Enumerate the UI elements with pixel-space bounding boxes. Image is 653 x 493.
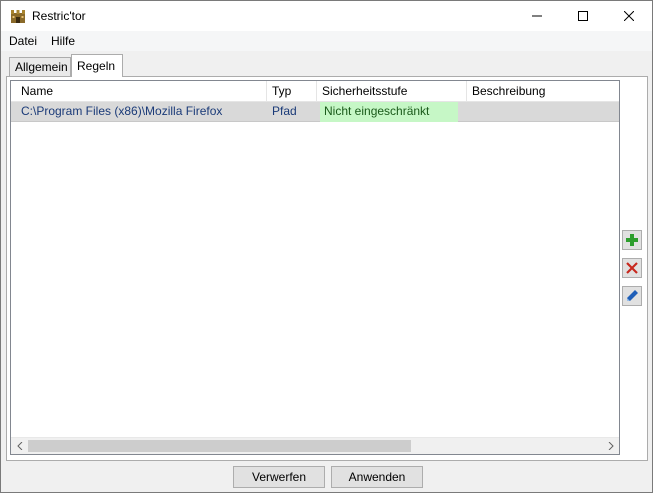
apply-button[interactable]: Anwenden bbox=[331, 466, 423, 488]
castle-icon bbox=[11, 10, 25, 23]
horizontal-scrollbar[interactable] bbox=[11, 437, 619, 454]
chevron-right-icon bbox=[608, 442, 614, 450]
cell-typ: Pfad bbox=[272, 104, 297, 118]
menu-bar: Datei Hilfe bbox=[1, 31, 652, 51]
add-rule-button[interactable] bbox=[622, 230, 642, 250]
close-button[interactable] bbox=[606, 1, 652, 31]
table-row[interactable]: C:\Program Files (x86)\Mozilla Firefox P… bbox=[11, 102, 619, 122]
title-bar[interactable]: Restric'tor bbox=[1, 1, 652, 31]
tab-allgemein[interactable]: Allgemein bbox=[9, 57, 71, 77]
rules-list[interactable]: Name Typ Sicherheitsstufe Beschreibung C… bbox=[10, 80, 620, 455]
scroll-thumb[interactable] bbox=[28, 440, 411, 452]
menu-datei[interactable]: Datei bbox=[9, 34, 37, 48]
minimize-button[interactable] bbox=[514, 1, 560, 31]
cell-beschreibung bbox=[471, 102, 617, 122]
window-title: Restric'tor bbox=[32, 9, 86, 23]
pencil-icon bbox=[627, 290, 638, 301]
rules-panel: Name Typ Sicherheitsstufe Beschreibung C… bbox=[6, 76, 648, 461]
delete-x-icon bbox=[626, 262, 638, 274]
cell-name: C:\Program Files (x86)\Mozilla Firefox bbox=[21, 104, 223, 118]
maximize-button[interactable] bbox=[560, 1, 606, 31]
delete-rule-button[interactable] bbox=[622, 258, 642, 278]
main-window: Restric'tor Datei Hilfe Allgemein Regeln… bbox=[0, 0, 653, 493]
scroll-left-button[interactable] bbox=[11, 438, 28, 454]
menu-hilfe[interactable]: Hilfe bbox=[51, 34, 75, 48]
column-header-typ[interactable]: Typ bbox=[267, 81, 317, 101]
maximize-icon bbox=[578, 11, 588, 21]
scroll-right-button[interactable] bbox=[602, 438, 619, 454]
column-header-name[interactable]: Name bbox=[11, 81, 267, 101]
tab-regeln[interactable]: Regeln bbox=[71, 54, 123, 77]
column-header-beschreibung[interactable]: Beschreibung bbox=[467, 81, 619, 101]
plus-icon bbox=[626, 234, 638, 246]
discard-button[interactable]: Verwerfen bbox=[233, 466, 325, 488]
column-header-sicherheitsstufe[interactable]: Sicherheitsstufe bbox=[317, 81, 467, 101]
edit-rule-button[interactable] bbox=[622, 286, 642, 306]
minimize-icon bbox=[532, 15, 542, 17]
chevron-left-icon bbox=[16, 442, 22, 450]
close-icon bbox=[624, 11, 634, 21]
cell-sicherheitsstufe: Nicht eingeschränkt bbox=[320, 102, 458, 122]
column-header-row: Name Typ Sicherheitsstufe Beschreibung bbox=[11, 81, 619, 102]
